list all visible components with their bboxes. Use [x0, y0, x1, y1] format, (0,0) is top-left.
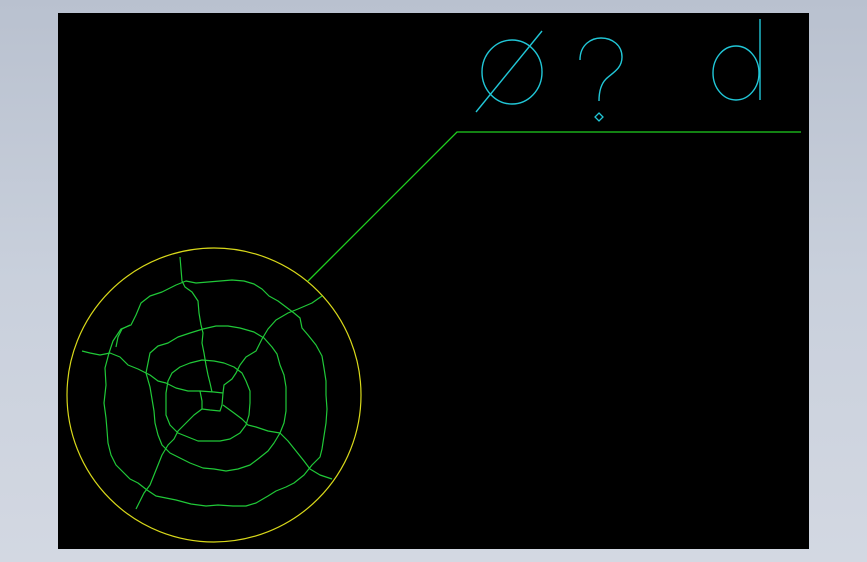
cad-viewport[interactable]: Ø ? d — [58, 13, 809, 549]
letter-d-glyph — [712, 19, 761, 101]
annotation-block: Ø ? d — [475, 19, 761, 122]
crack-radial-top — [179, 256, 213, 393]
crack-radial-upper-right — [222, 295, 323, 394]
leader-line[interactable] — [307, 131, 801, 282]
crack-branch-upper-left — [115, 324, 131, 348]
crack-radial-right — [222, 404, 333, 480]
crack-radial-left — [81, 350, 200, 392]
boundary-circle[interactable] — [66, 247, 362, 543]
question-mark-glyph — [579, 37, 623, 122]
diameter-symbol-icon — [475, 30, 543, 113]
crack-core — [199, 390, 224, 412]
crack-outer-ring — [103, 279, 328, 507]
crack-pattern — [81, 256, 333, 510]
crack-ring-2 — [145, 325, 287, 472]
cad-drawing: Ø ? d — [66, 19, 801, 543]
